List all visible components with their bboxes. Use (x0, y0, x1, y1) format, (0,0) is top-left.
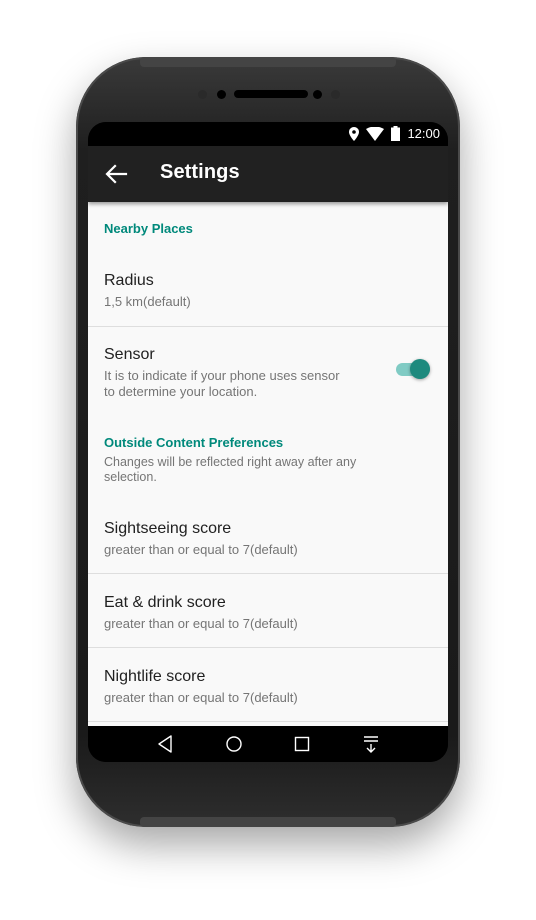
sensor-preference[interactable]: Sensor It is to indicate if your phone u… (88, 327, 448, 413)
notification-pulldown-icon[interactable] (358, 732, 384, 756)
nightlife-score-preference[interactable]: Nightlife score greater than or equal to… (88, 648, 448, 721)
light-sensor (331, 90, 340, 99)
settings-list: Nearby Places Radius 1,5 km(default) Sen… (88, 202, 448, 726)
nightlife-title: Nightlife score (104, 668, 206, 685)
system-navigation-bar (88, 726, 448, 762)
category-summary-line-1: Changes will be reflected right away aft… (104, 455, 357, 469)
status-time: 12:00 (407, 126, 440, 141)
sightseeing-title: Sightseeing score (104, 520, 232, 537)
front-camera (217, 90, 226, 99)
radius-preference[interactable]: Radius 1,5 km(default) (88, 246, 448, 326)
arrow-back-icon[interactable] (102, 160, 130, 188)
divider (88, 721, 448, 722)
sensor-title: Sensor (104, 346, 155, 363)
sensor-summary-line-1: It is to indicate if your phone uses sen… (104, 368, 340, 383)
radius-title: Radius (104, 272, 154, 289)
switch-thumb (410, 359, 430, 379)
eat-drink-summary: greater than or equal to 7(default) (104, 616, 298, 631)
recents-square-icon[interactable] (289, 732, 315, 756)
nightlife-summary: greater than or equal to 7(default) (104, 690, 298, 705)
sensor-summary-line-2: to determine your location. (104, 384, 258, 399)
phone-top-edge (140, 57, 396, 67)
category-summary-line-2: selection. (104, 470, 157, 484)
device-screen: 12:00 Settings Nearby Places Radius 1,5 … (88, 122, 448, 762)
proximity-sensor (313, 90, 322, 99)
eat-drink-score-preference[interactable]: Eat & drink score greater than or equal … (88, 574, 448, 647)
sightseeing-summary: greater than or equal to 7(default) (104, 542, 298, 557)
sightseeing-score-preference[interactable]: Sightseeing score greater than or equal … (88, 494, 448, 573)
sensor-dot (198, 90, 207, 99)
wifi-icon (366, 126, 385, 141)
phone-bottom-edge (140, 817, 396, 827)
radius-summary: 1,5 km(default) (104, 294, 191, 309)
home-circle-icon[interactable] (221, 732, 247, 756)
status-bar: 12:00 (88, 122, 448, 146)
back-triangle-icon[interactable] (152, 732, 178, 756)
earpiece-speaker (234, 90, 308, 98)
sensor-switch[interactable] (396, 359, 430, 379)
location-icon (349, 126, 360, 141)
battery-icon (391, 126, 401, 141)
category-nearby-places: Nearby Places (104, 221, 193, 236)
page-title: Settings (160, 161, 240, 183)
category-outside-content: Outside Content Preferences (104, 435, 284, 450)
app-toolbar: Settings (88, 146, 448, 202)
eat-drink-title: Eat & drink score (104, 594, 226, 611)
